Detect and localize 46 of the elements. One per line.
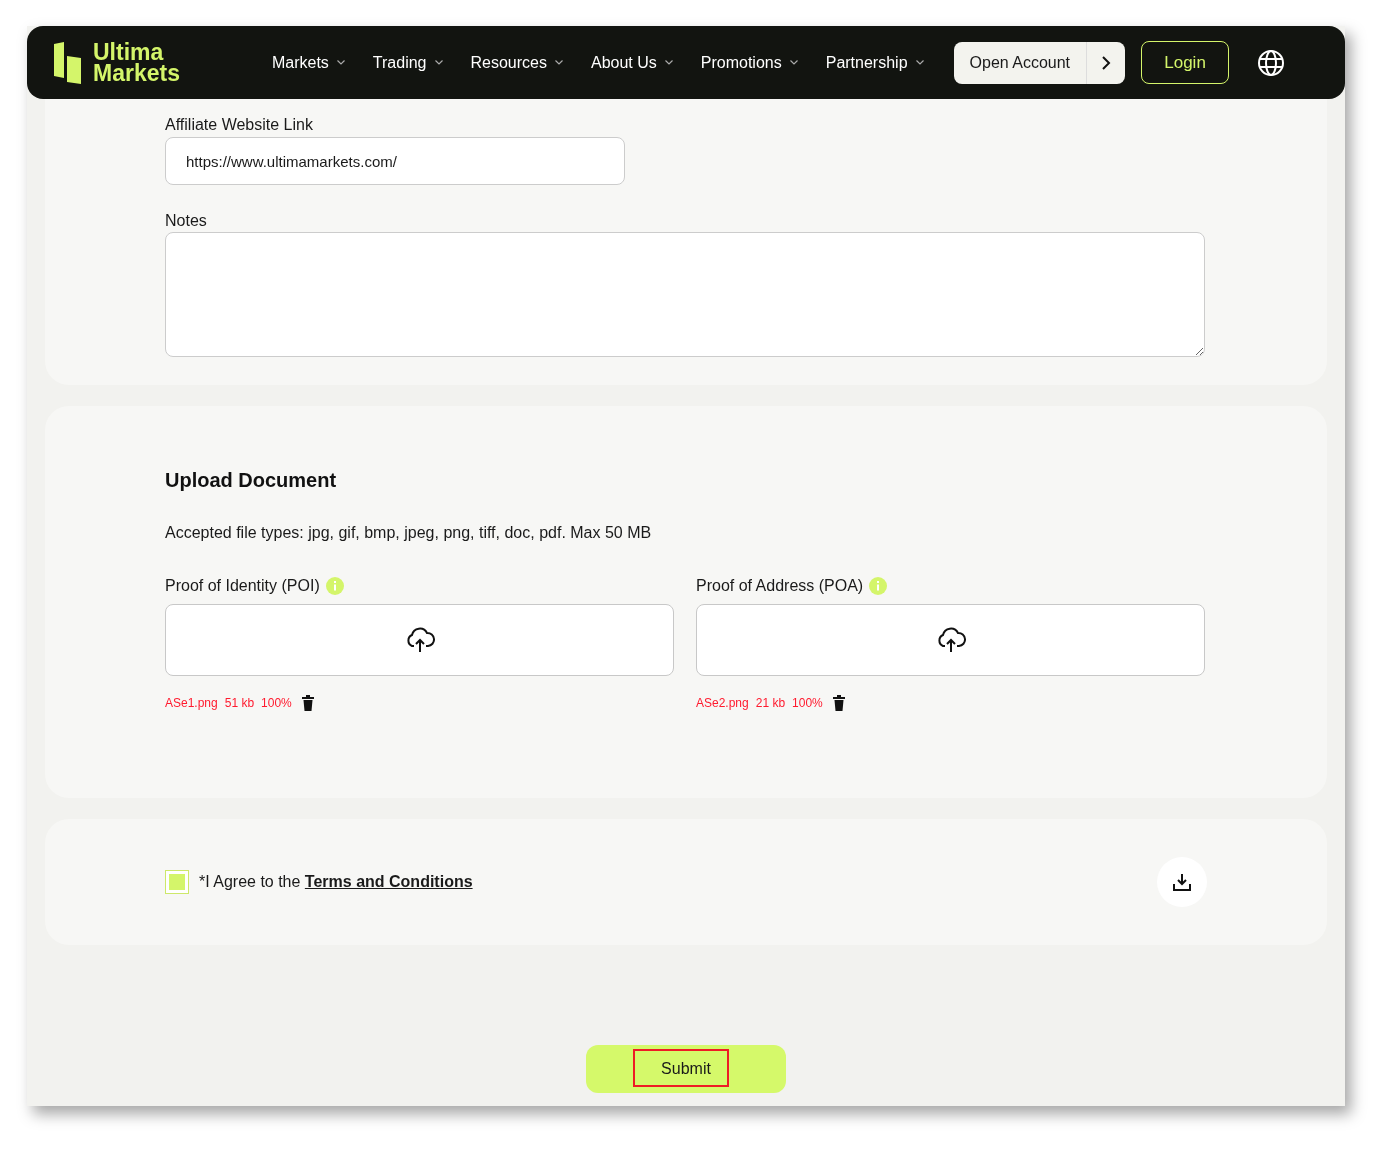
caret-icon: [664, 60, 673, 65]
website-link-field[interactable]: https://www.ultimamarkets.com/: [165, 137, 625, 185]
chevron-right-icon: [1101, 55, 1112, 70]
caret-icon: [336, 60, 345, 65]
trash-icon[interactable]: [832, 695, 845, 711]
caret-icon: [434, 60, 443, 65]
percentage-text: 100%: [261, 695, 292, 712]
login-button[interactable]: Login: [1141, 41, 1230, 84]
agree-checkbox[interactable]: [165, 870, 189, 894]
accepted-types-text: Accepted file types: jpg, gif, bmp, jpeg, png, tiff, doc, pdf. Max 50 MB: [165, 523, 653, 543]
agreement-text: *I Agree to the Terms and Conditions: [199, 872, 473, 892]
section-title: Upload Document: [165, 468, 338, 493]
cloud-upload-icon: [404, 627, 435, 653]
nav-menu-item[interactable]: About Us: [591, 50, 673, 75]
logo-text: Markets: [93, 62, 180, 84]
nav-menu-item[interactable]: Promotions: [700, 50, 798, 75]
cloud-upload-icon: [935, 627, 966, 653]
nav-menu-item[interactable]: Trading: [372, 50, 443, 75]
field-label: Proof of Identity (POI): [165, 576, 320, 596]
nav-menu-item[interactable]: Markets: [271, 50, 345, 75]
download-button[interactable]: [1157, 857, 1207, 907]
field-label: Affiliate Website Link: [165, 115, 314, 135]
caret-icon: [789, 60, 798, 65]
nav-menu-item[interactable]: Partnership: [825, 50, 924, 75]
percentage-text: 100%: [792, 695, 823, 712]
file-name: ASe2.png: [696, 695, 749, 712]
terms-link[interactable]: Terms and Conditions: [304, 873, 473, 890]
field-label: Notes: [165, 211, 208, 231]
notes-field[interactable]: [165, 232, 1205, 357]
info-icon[interactable]: [325, 577, 344, 595]
file-name: ASe1.png: [165, 695, 218, 712]
download-icon: [1172, 872, 1192, 892]
trash-icon[interactable]: [301, 695, 314, 711]
nav-menu-item[interactable]: Resources: [470, 50, 563, 75]
upload-dropzone[interactable]: [696, 604, 1205, 676]
globe-icon[interactable]: [1257, 48, 1286, 77]
upload-dropzone[interactable]: [165, 604, 674, 676]
file-size: 51 kb: [224, 695, 255, 712]
caret-icon: [555, 60, 563, 65]
file-size: 21 kb: [755, 695, 786, 712]
logo-text: Ultima: [93, 41, 164, 63]
caret-icon: [915, 60, 924, 65]
info-icon[interactable]: [869, 577, 888, 595]
field-label: Proof of Address (POA): [696, 576, 864, 596]
logo-icon: [54, 41, 81, 84]
submit-button[interactable]: Submit: [586, 1045, 786, 1093]
